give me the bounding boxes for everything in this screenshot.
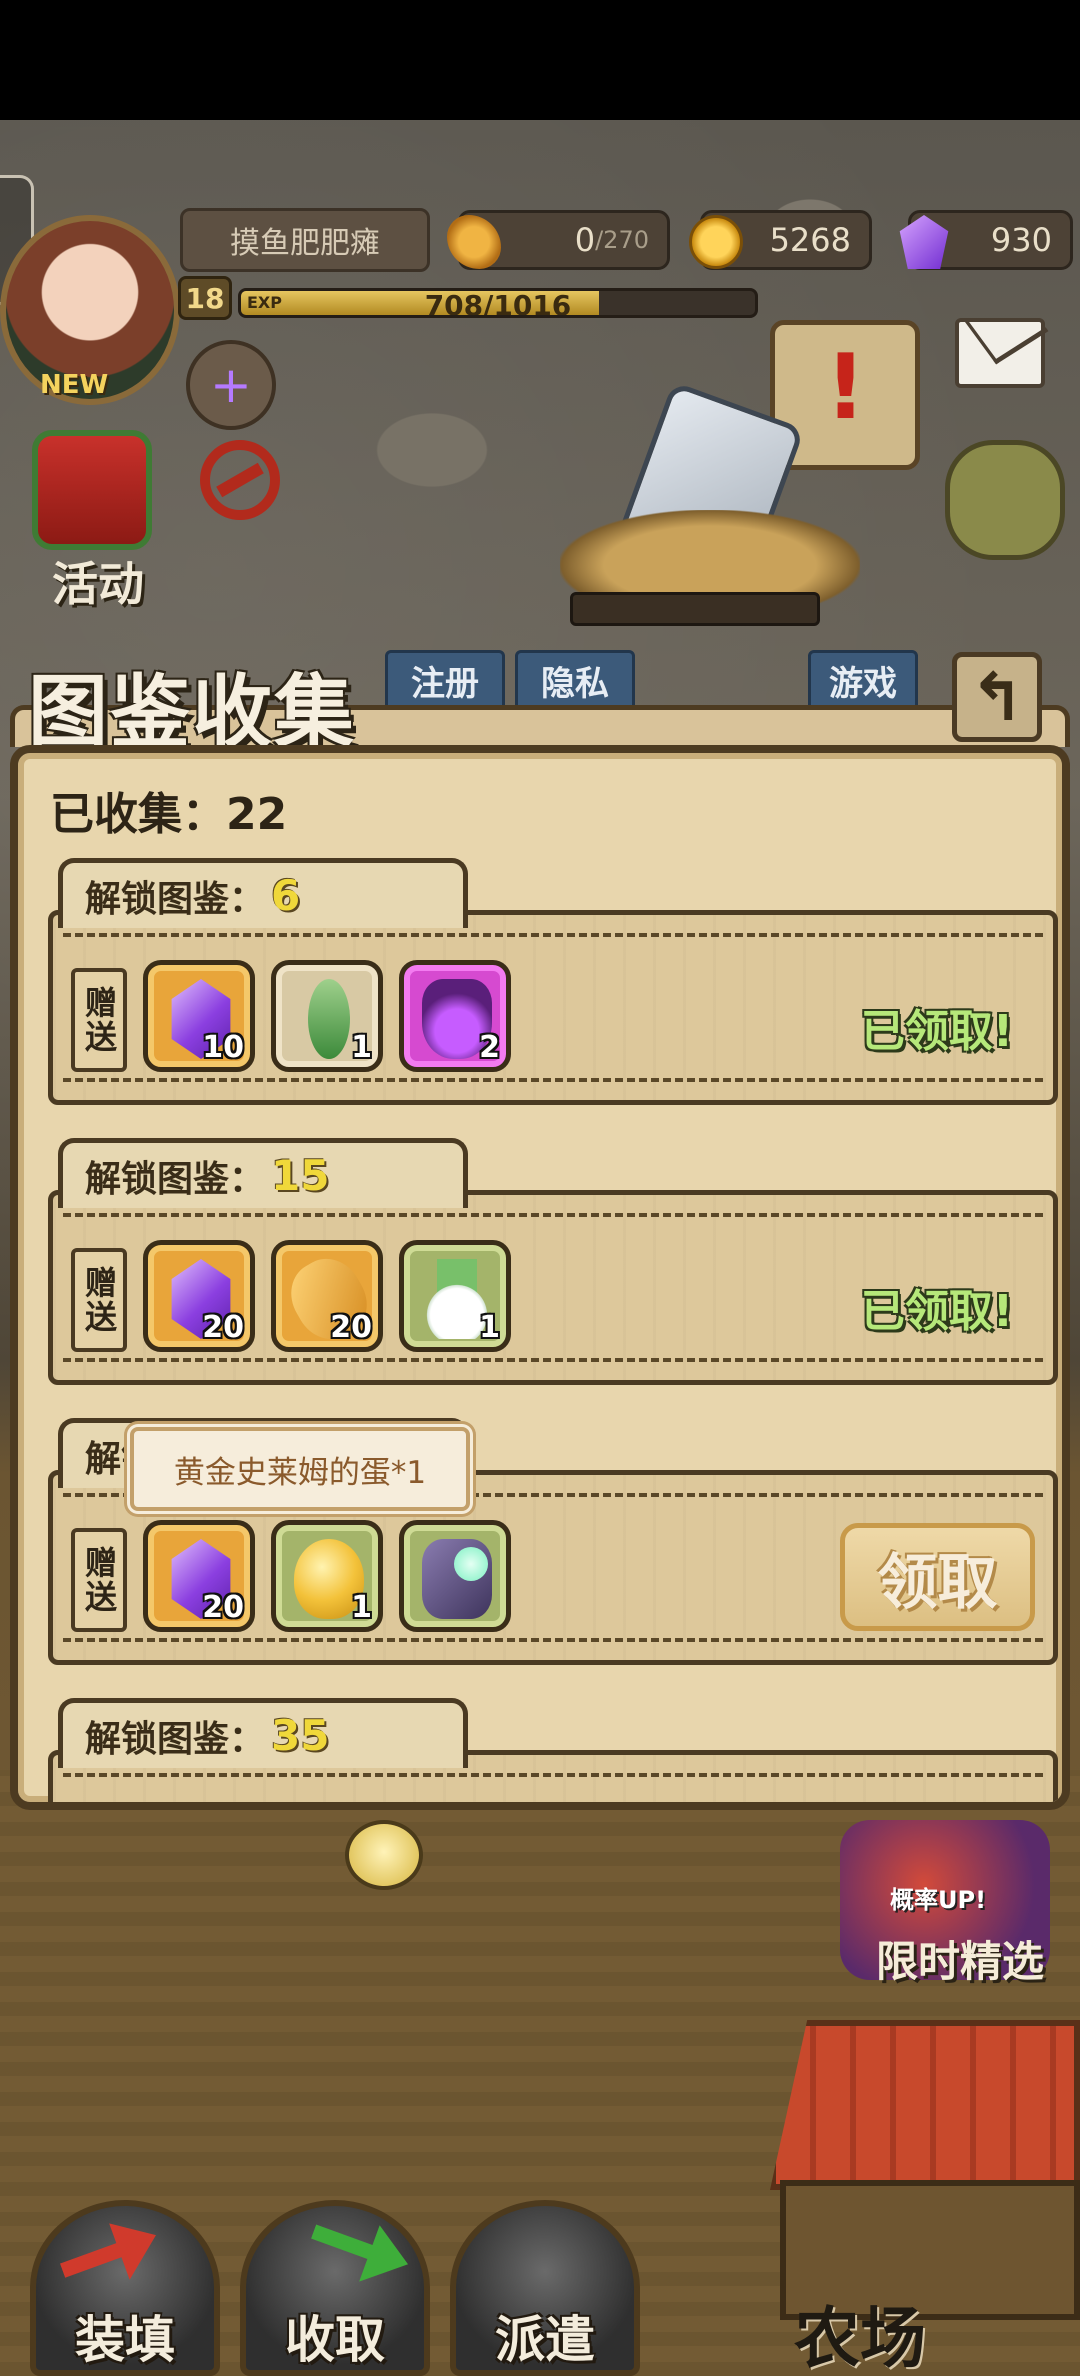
- section-label: 解锁图鉴：: [85, 878, 266, 920]
- claim-button[interactable]: 领取: [840, 1523, 1035, 1631]
- section-threshold: 6: [271, 871, 301, 920]
- back-button[interactable]: ↰: [952, 652, 1042, 742]
- bread-value: 0: [574, 221, 596, 259]
- stitch-line: [63, 1078, 1043, 1082]
- glove-orb-icon: [422, 1539, 492, 1619]
- item-count: 1: [351, 1030, 372, 1065]
- reward-item[interactable]: 1: [399, 1240, 511, 1352]
- item-count: 1: [351, 1590, 372, 1625]
- section-tab: 解锁图鉴： 35: [58, 1698, 468, 1768]
- reward-item[interactable]: 20: [271, 1240, 383, 1352]
- section-threshold: 15: [271, 1151, 330, 1200]
- section-tab: 解锁图鉴： 6: [58, 858, 468, 928]
- gift-label: 赠送: [71, 1248, 127, 1352]
- backpack-icon[interactable]: [945, 440, 1065, 560]
- stitch-line: [63, 1638, 1043, 1642]
- player-name: 摸鱼肥肥瘫: [180, 208, 430, 272]
- nest-progress-bar: [570, 592, 820, 626]
- reward-section-6: 赠送 10 1 2 已领取! 解锁图鉴： 6: [48, 858, 1058, 1118]
- gift-box-icon[interactable]: [32, 430, 152, 550]
- gift-label: 赠送: [71, 968, 127, 1072]
- buy-gems-button[interactable]: +: [186, 340, 276, 430]
- gem-value: 930: [990, 221, 1052, 259]
- item-count: 1: [479, 1310, 500, 1345]
- stitch-line: [63, 933, 1043, 937]
- claimed-status: 已领取!: [860, 1006, 1013, 1057]
- bread-counter[interactable]: 0 /270: [447, 210, 670, 270]
- rate-up-badge: 概率UP!: [890, 1886, 987, 1914]
- item-count: 20: [202, 1590, 244, 1625]
- item-count: 20: [330, 1310, 372, 1345]
- section-body: 赠送 20 20 1 已领取!: [48, 1190, 1058, 1385]
- exp-text: 708/1016: [424, 289, 572, 318]
- tab-privacy[interactable]: 隐私: [515, 650, 635, 710]
- reward-item[interactable]: 2: [399, 960, 511, 1072]
- reward-item[interactable]: 10: [143, 960, 255, 1072]
- stitch-line: [63, 1358, 1043, 1362]
- gold-counter[interactable]: 5268: [689, 210, 872, 270]
- item-count: 10: [202, 1030, 244, 1065]
- section-threshold: 35: [271, 1711, 330, 1760]
- exp-bar: EXP 708/1016: [238, 288, 758, 318]
- bread-max: /270: [595, 226, 649, 254]
- reward-item[interactable]: 20: [143, 1240, 255, 1352]
- farm-label[interactable]: 农场: [760, 2285, 960, 2376]
- item-count: 2: [479, 1030, 500, 1065]
- item-tooltip: 黄金史莱姆的蛋*1: [130, 1427, 470, 1511]
- new-badge: NEW: [40, 370, 109, 400]
- claimed-status: 已领取!: [860, 1286, 1013, 1337]
- tab-register[interactable]: 注册: [385, 650, 505, 710]
- gold-coin-icon: [689, 215, 743, 269]
- item-count: 20: [202, 1310, 244, 1345]
- reward-item[interactable]: 1: [271, 960, 383, 1072]
- prohibited-icon: [200, 440, 280, 520]
- limited-offer-label[interactable]: 限时精选: [860, 1928, 1060, 1989]
- tab-game[interactable]: 游戏: [808, 650, 918, 710]
- reward-item[interactable]: 20: [143, 1520, 255, 1632]
- collect-button-label[interactable]: 收取: [240, 2300, 430, 2372]
- collection-panel: 已收集：22 赠送 10 1 2 已领取! 解锁图鉴： 6 赠送 20 20 1…: [10, 745, 1070, 1810]
- collected-count: 已收集：22: [50, 789, 288, 840]
- reward-item[interactable]: [399, 1520, 511, 1632]
- dispatch-button-label[interactable]: 派遣: [450, 2300, 640, 2372]
- section-tab: 解锁图鉴： 15: [58, 1138, 468, 1208]
- event-button-label[interactable]: 活动: [28, 548, 168, 614]
- stitch-line: [63, 1213, 1043, 1217]
- section-label: 解锁图鉴：: [85, 1158, 266, 1200]
- gift-label: 赠送: [71, 1528, 127, 1632]
- section-body: 赠送 10 1 2 已领取!: [48, 910, 1058, 1105]
- chick-sprite[interactable]: [345, 1820, 423, 1890]
- section-label: 解锁图鉴：: [85, 1718, 266, 1760]
- farm-roof: [770, 2020, 1080, 2190]
- player-level: 18: [178, 276, 232, 320]
- stitch-line: [63, 1773, 1043, 1777]
- status-bar: [0, 0, 1080, 120]
- load-button-label[interactable]: 装填: [30, 2300, 220, 2372]
- gold-value: 5268: [769, 221, 851, 259]
- reward-section-15: 赠送 20 20 1 已领取! 解锁图鉴： 15: [48, 1138, 1058, 1398]
- reward-section-35: 解锁图鉴： 35: [48, 1698, 1058, 1802]
- mail-icon[interactable]: [955, 318, 1045, 388]
- reward-item[interactable]: 1: [271, 1520, 383, 1632]
- gem-counter[interactable]: 930: [899, 210, 1073, 270]
